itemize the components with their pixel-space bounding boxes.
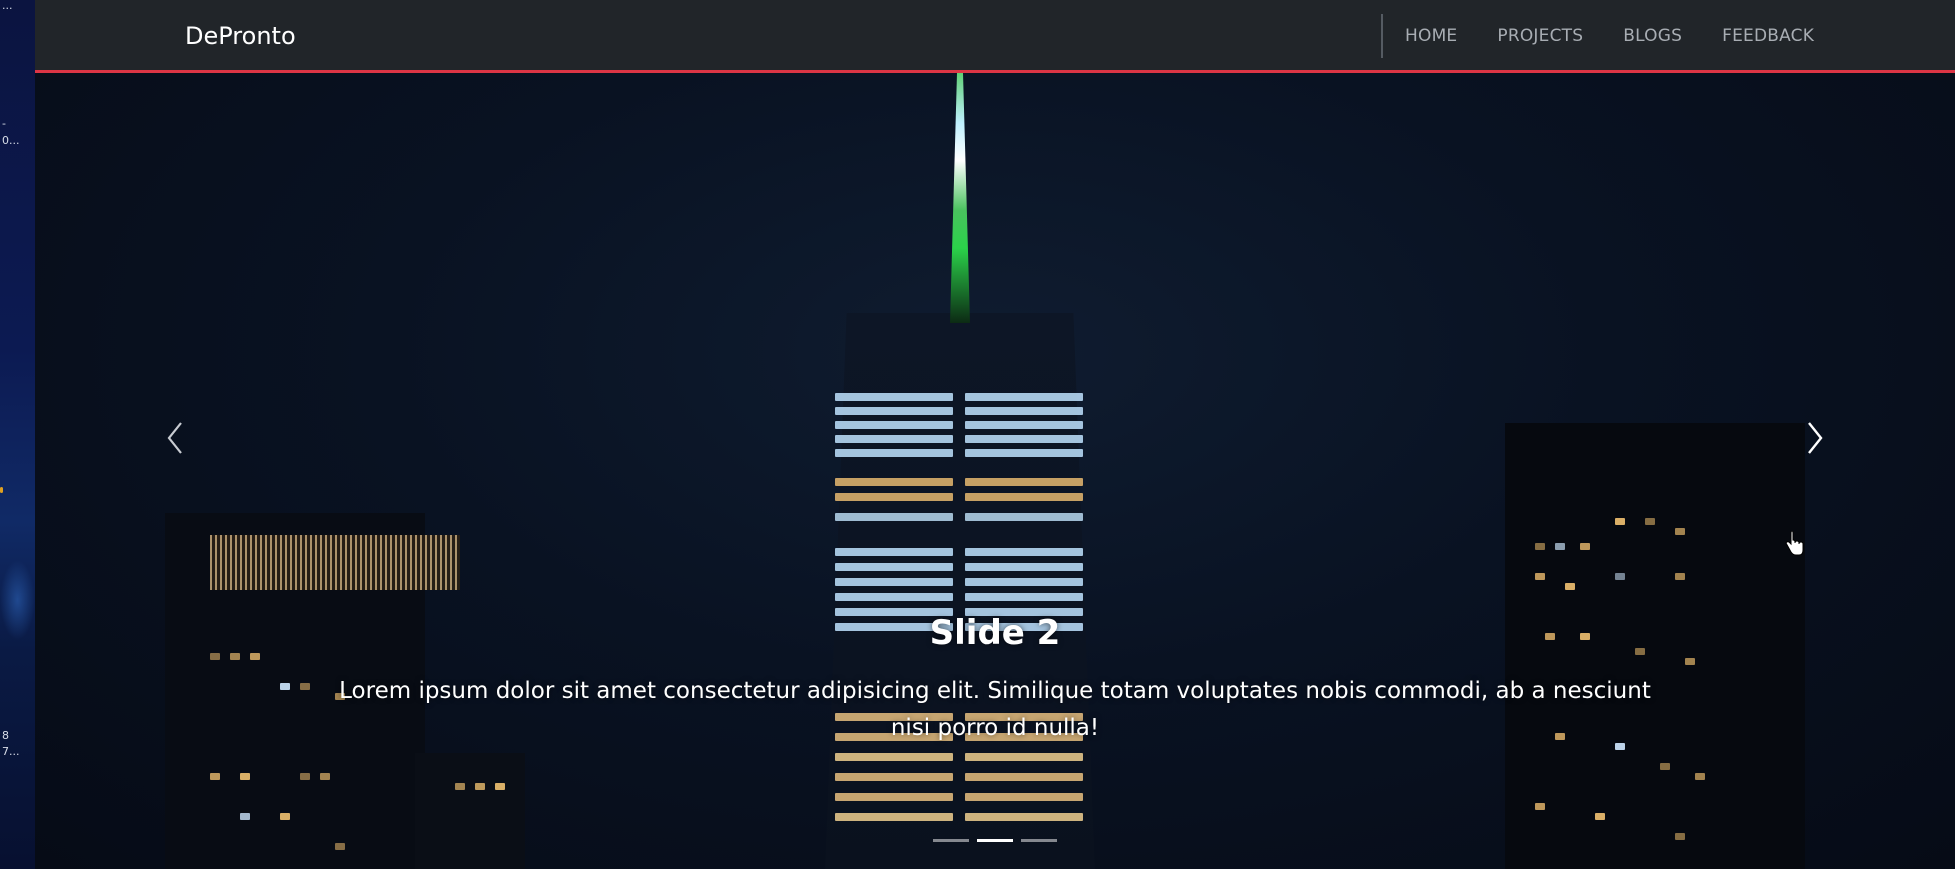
carousel-indicator[interactable] bbox=[1021, 839, 1057, 842]
strip-text-2: - bbox=[2, 117, 6, 130]
strip-glow bbox=[0, 560, 35, 640]
nav-link-projects[interactable]: PROJECTS bbox=[1497, 26, 1583, 46]
nav-links: HOME PROJECTS BLOGS FEEDBACK bbox=[1405, 26, 1854, 46]
nav-link-feedback[interactable]: FEEDBACK bbox=[1722, 26, 1814, 46]
carousel-next-button[interactable] bbox=[1795, 403, 1835, 473]
slide-image-antenna bbox=[950, 73, 970, 323]
slide-title: Slide 2 bbox=[929, 613, 1061, 653]
carousel-indicators bbox=[35, 839, 1955, 842]
brand-logo[interactable]: DePronto bbox=[185, 22, 296, 50]
nav-link-blogs[interactable]: BLOGS bbox=[1623, 26, 1682, 46]
slide-image-building-left-crown bbox=[210, 535, 460, 590]
chevron-right-icon bbox=[1808, 422, 1823, 454]
hero-carousel: Slide 2 Lorem ipsum dolor sit amet conse… bbox=[35, 73, 1955, 869]
nav-divider bbox=[1381, 14, 1383, 58]
carousel-indicator[interactable] bbox=[933, 839, 969, 842]
carousel-indicator[interactable] bbox=[977, 839, 1013, 842]
strip-text-1: ... bbox=[2, 0, 13, 12]
background-window-strip: ... - 0... 8 7... bbox=[0, 0, 35, 869]
strip-text-5: 7... bbox=[2, 745, 20, 758]
chevron-left-icon bbox=[167, 422, 182, 454]
strip-text-3: 0... bbox=[2, 134, 20, 147]
nav-link-home[interactable]: HOME bbox=[1405, 26, 1457, 46]
carousel-prev-button[interactable] bbox=[155, 403, 195, 473]
slide-description: Lorem ipsum dolor sit amet consectetur a… bbox=[339, 678, 1651, 741]
hand-cursor-icon bbox=[1785, 531, 1804, 556]
slide-image-building-small bbox=[415, 753, 525, 869]
top-navbar: DePronto HOME PROJECTS BLOGS FEEDBACK bbox=[35, 0, 1955, 73]
strip-marker bbox=[0, 487, 3, 493]
strip-text-4: 8 bbox=[2, 729, 9, 742]
